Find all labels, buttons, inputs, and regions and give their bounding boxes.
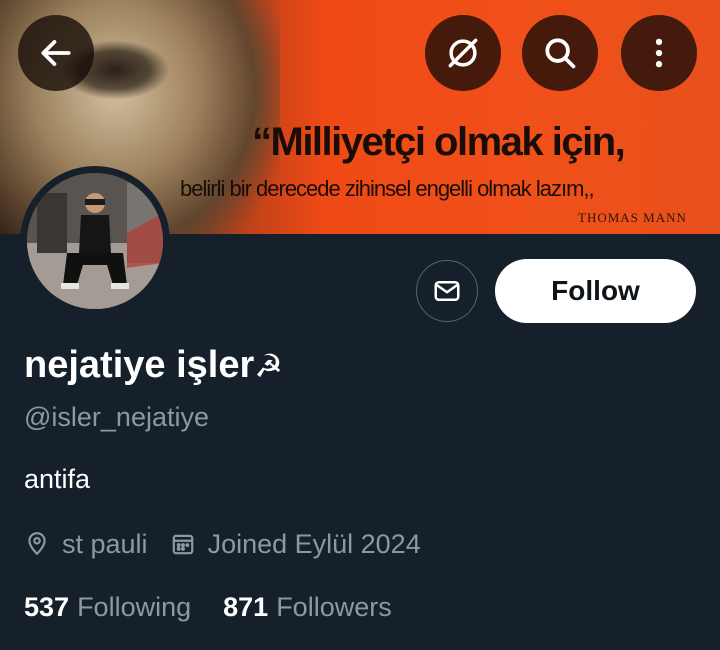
followers-link[interactable]: 871 Followers xyxy=(223,592,392,623)
calendar-icon xyxy=(170,531,196,557)
more-vertical-icon xyxy=(655,38,663,68)
followers-label: Followers xyxy=(276,591,392,622)
followers-count: 871 xyxy=(223,591,269,622)
display-name-text: nejatiye işler xyxy=(24,344,255,386)
following-label: Following xyxy=(77,591,192,622)
message-button[interactable] xyxy=(416,260,478,322)
profile-avatar[interactable] xyxy=(20,166,170,316)
search-button[interactable] xyxy=(522,15,598,91)
location-item: st pauli xyxy=(24,529,148,560)
joined-item: Joined Eylül 2024 xyxy=(170,529,421,560)
location-text: st pauli xyxy=(62,528,148,559)
banner-quote-line1: “Milliyetçi olmak için, xyxy=(252,120,626,164)
banner-quote-line2: belirli bir derecede zihinsel engelli ol… xyxy=(180,176,595,201)
grok-button[interactable] xyxy=(425,15,501,91)
more-options-button[interactable] xyxy=(621,15,697,91)
display-name: nejatiye işler☭ xyxy=(24,344,283,387)
grok-icon xyxy=(448,38,478,68)
hammer-sickle-emoji: ☭ xyxy=(254,347,283,385)
bio: antifa xyxy=(24,464,91,494)
arrow-left-icon xyxy=(41,40,71,66)
location-pin-icon xyxy=(24,531,50,557)
user-handle: @isler_nejatiye xyxy=(24,402,209,432)
search-icon xyxy=(545,38,576,69)
back-button[interactable] xyxy=(18,15,94,91)
joined-text: Joined Eylül 2024 xyxy=(207,528,421,559)
following-count: 537 xyxy=(24,591,70,622)
avatar-illustration xyxy=(27,173,163,309)
envelope-icon xyxy=(434,281,460,301)
avatar-photo xyxy=(27,173,163,309)
banner-quote-author: THOMAS MANN xyxy=(578,210,687,225)
follow-button[interactable]: Follow xyxy=(495,259,696,323)
following-link[interactable]: 537 Following xyxy=(24,592,191,623)
follow-stats: 537 Following 871 Followers xyxy=(24,589,392,625)
profile-meta: st pauli Joined Eylül 2024 xyxy=(24,526,421,562)
